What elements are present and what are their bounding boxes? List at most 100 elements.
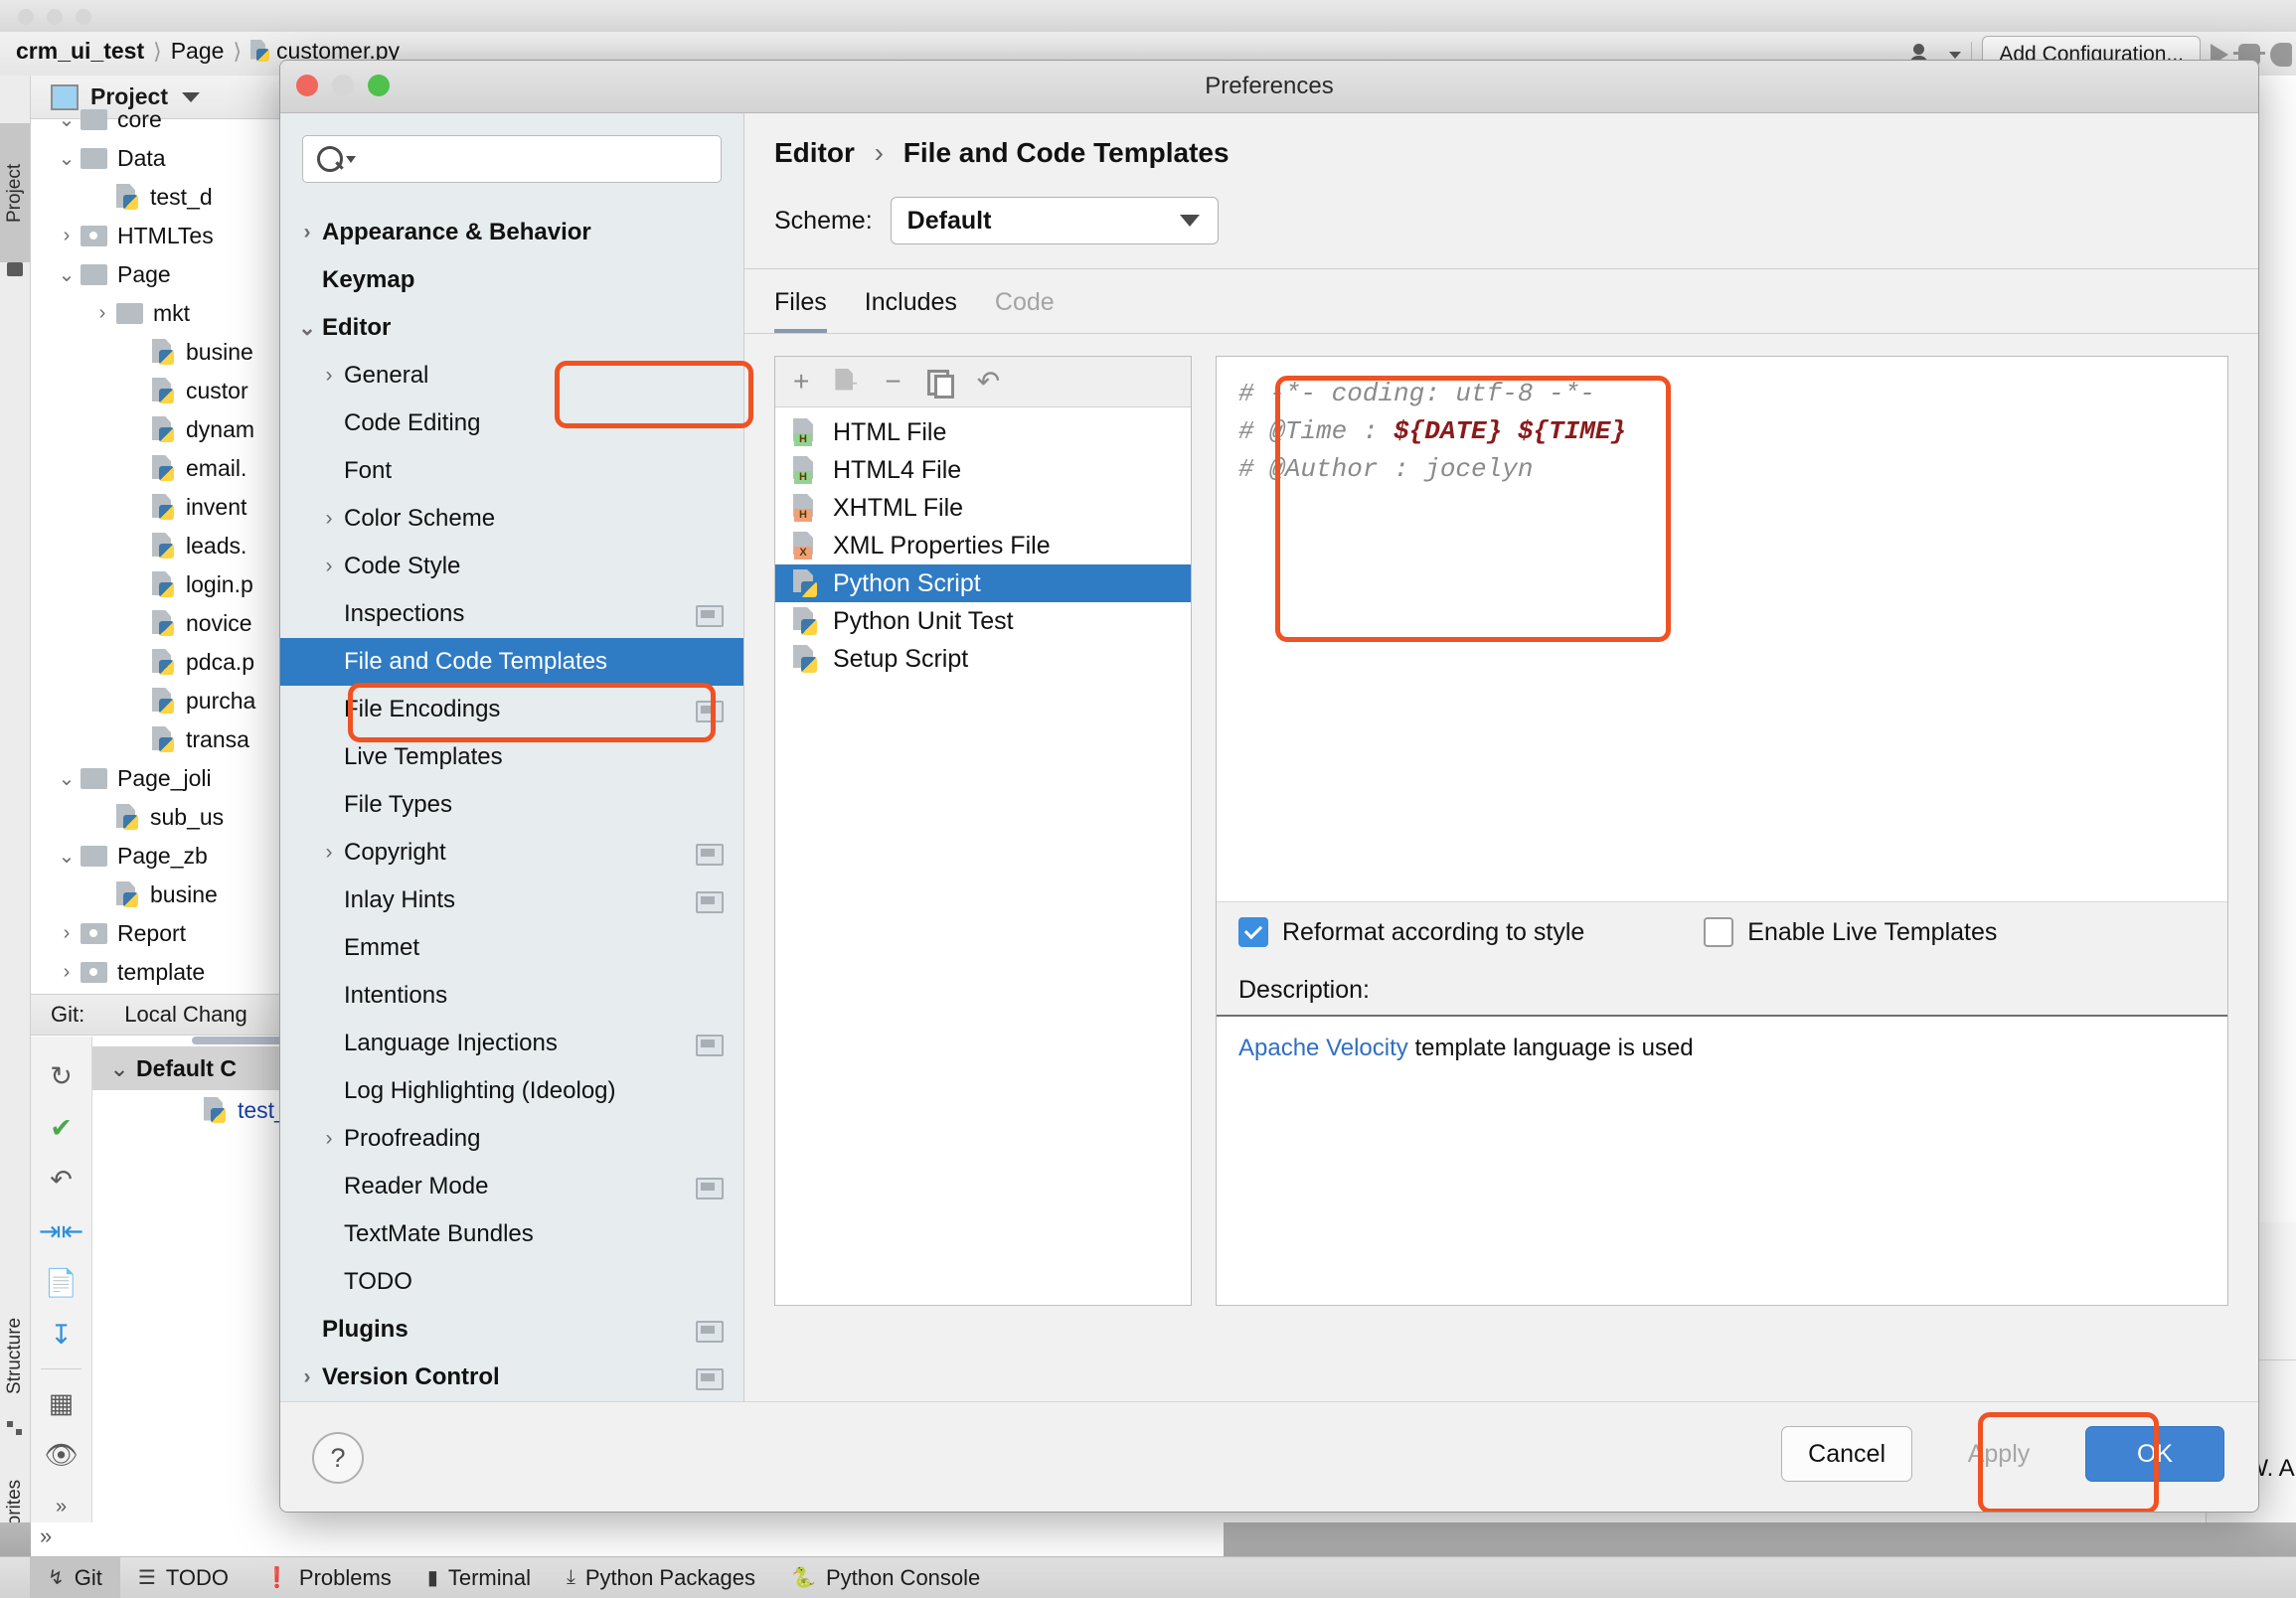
settings-tree-item-proofreading[interactable]: › Proofreading — [280, 1115, 743, 1163]
more-icon[interactable]: » — [40, 1523, 52, 1549]
ide-minimize-button[interactable] — [47, 9, 63, 25]
settings-tree-item-appearance-behavior[interactable]: › Appearance & Behavior — [280, 209, 743, 256]
settings-tree-item-version-control[interactable]: › Version Control — [280, 1354, 743, 1391]
template-code-editor[interactable]: # -*- coding: utf-8 -*- # @Time : ${DATE… — [1217, 357, 2227, 901]
settings-tree-item-inlay-hints[interactable]: Inlay Hints — [280, 877, 743, 924]
sidebar-item-structure[interactable]: Structure — [0, 1290, 30, 1421]
remove-icon[interactable]: − — [885, 368, 901, 396]
help-button[interactable]: ? — [312, 1432, 364, 1484]
chevron-right-icon[interactable]: › — [53, 961, 81, 984]
ok-button[interactable]: OK — [2085, 1426, 2224, 1482]
ide-close-button[interactable] — [18, 9, 34, 25]
template-list-item[interactable]: Python Unit Test — [775, 602, 1191, 640]
bottom-tab-todo[interactable]: ☰ TODO — [120, 1557, 246, 1598]
template-list-item[interactable]: H HTML4 File — [775, 451, 1191, 489]
chevron-down-icon[interactable]: ⌄ — [53, 262, 81, 287]
tab-includes[interactable]: Includes — [865, 288, 957, 334]
chevron-right-icon[interactable]: › — [53, 225, 81, 247]
settings-tree-item-language-injections[interactable]: Language Injections — [280, 1020, 743, 1067]
breadcrumb-current: File and Code Templates — [902, 137, 1230, 168]
preview-icon[interactable]: 👁 — [31, 1429, 91, 1481]
bottom-tab-git[interactable]: ↯ Git — [30, 1556, 120, 1598]
template-list-item[interactable]: X XML Properties File — [775, 527, 1191, 564]
chevron-right-icon[interactable]: › — [88, 302, 116, 325]
bottom-tab-problems[interactable]: ❗ Problems — [246, 1557, 410, 1598]
breadcrumb-folder[interactable]: Page — [171, 38, 225, 65]
settings-tree-item-file-types[interactable]: File Types — [280, 781, 743, 829]
settings-tree-item-code-style[interactable]: › Code Style — [280, 543, 743, 590]
template-list-item[interactable]: H HTML File — [775, 413, 1191, 451]
chevron-down-icon[interactable] — [1949, 51, 1962, 59]
settings-tree-item-color-scheme[interactable]: › Color Scheme — [280, 495, 743, 543]
chevron-down-icon[interactable]: ⌄ — [102, 1055, 136, 1082]
cancel-button[interactable]: Cancel — [1781, 1426, 1912, 1482]
bottom-tab-terminal[interactable]: ▮ Terminal — [410, 1557, 549, 1598]
ide-zoom-button[interactable] — [76, 9, 91, 25]
breadcrumb-project[interactable]: crm_ui_test — [16, 38, 144, 65]
chevron-right-icon[interactable]: › — [292, 1365, 322, 1389]
template-list-item[interactable]: Setup Script — [775, 640, 1191, 678]
tab-files[interactable]: Files — [774, 288, 827, 334]
rollback-icon[interactable]: ↶ — [31, 1154, 91, 1205]
bottom-tab-python-console[interactable]: 🐍 Python Console — [773, 1557, 998, 1598]
commit-check-icon[interactable]: ✔ — [31, 1102, 91, 1154]
settings-tree-item-copyright[interactable]: › Copyright — [280, 829, 743, 877]
chevron-right-icon[interactable]: › — [53, 922, 81, 945]
breadcrumb-parent[interactable]: Editor — [774, 137, 855, 168]
add-icon[interactable]: + — [793, 368, 809, 396]
search-input[interactable] — [302, 135, 722, 183]
settings-tree-item-textmate-bundles[interactable]: TextMate Bundles — [280, 1210, 743, 1258]
apache-velocity-link[interactable]: Apache Velocity — [1238, 1035, 1408, 1061]
settings-tree-item-live-templates[interactable]: Live Templates — [280, 733, 743, 781]
settings-tree-item-emmet[interactable]: Emmet — [280, 924, 743, 972]
bottom-tab-python-packages[interactable]: ⤓ Python Packages — [549, 1557, 773, 1598]
chevron-down-icon[interactable]: ⌄ — [53, 107, 81, 132]
shelve-icon[interactable]: 📄 — [31, 1257, 91, 1309]
apply-button[interactable]: Apply — [1934, 1426, 2063, 1482]
chevron-right-icon[interactable]: › — [314, 841, 344, 865]
settings-tree-item-code-editing[interactable]: Code Editing — [280, 400, 743, 447]
chevron-down-icon[interactable]: ⌄ — [292, 316, 322, 341]
refresh-icon[interactable]: ↻ — [31, 1050, 91, 1102]
tab-code[interactable]: Code — [995, 288, 1055, 334]
chevron-right-icon[interactable]: › — [314, 507, 344, 531]
coverage-icon[interactable] — [2270, 43, 2292, 67]
tab-local-changes[interactable]: Local Chang — [124, 1002, 247, 1028]
settings-tree-item-general[interactable]: › General — [280, 352, 743, 400]
settings-tree[interactable]: › Appearance & Behavior Keymap ⌄ Editor › Gene… — [280, 209, 743, 1391]
enable-live-templates-checkbox[interactable]: Enable Live Templates — [1704, 917, 1997, 947]
sidebar-item-project[interactable]: Project — [0, 123, 30, 262]
templates-list[interactable]: H HTML File H HTML4 File H XHTML File X XML Pro… — [775, 407, 1191, 1305]
chevron-right-icon[interactable]: › — [314, 1127, 344, 1151]
chevron-down-icon[interactable]: ⌄ — [53, 766, 81, 791]
ide-window-controls[interactable] — [18, 9, 91, 25]
diff-icon[interactable]: ⇥⇤ — [31, 1205, 91, 1257]
chevron-down-icon[interactable]: ⌄ — [53, 844, 81, 869]
settings-tree-item-editor[interactable]: ⌄ Editor — [280, 304, 743, 352]
settings-tree-item-plugins[interactable]: Plugins — [280, 1306, 743, 1354]
group-by-icon[interactable]: ▦ — [31, 1377, 91, 1429]
chevron-right-icon[interactable]: › — [314, 555, 344, 578]
template-list-item[interactable]: Python Script — [775, 564, 1191, 602]
settings-tree-item-log-highlighting-ideolog[interactable]: Log Highlighting (Ideolog) — [280, 1067, 743, 1115]
settings-tree-item-inspections[interactable]: Inspections — [280, 590, 743, 638]
settings-tree-item-keymap[interactable]: Keymap — [280, 256, 743, 304]
update-icon[interactable]: ↧ — [31, 1309, 91, 1360]
chevron-right-icon[interactable]: › — [314, 364, 344, 388]
chevron-down-icon[interactable] — [346, 155, 356, 163]
chevron-down-icon[interactable]: ⌄ — [53, 146, 81, 171]
settings-tree-item-font[interactable]: Font — [280, 447, 743, 495]
chevron-right-icon[interactable]: › — [292, 221, 322, 244]
reset-icon[interactable]: ↶ — [977, 368, 1000, 396]
page-title: Editor › File and Code Templates — [774, 137, 1230, 169]
template-list-item[interactable]: H XHTML File — [775, 489, 1191, 527]
reformat-checkbox[interactable]: Reformat according to style — [1238, 917, 1584, 947]
new-from-file-icon[interactable] — [835, 369, 859, 396]
settings-tree-item-file-encodings[interactable]: File Encodings — [280, 686, 743, 733]
settings-tree-item-intentions[interactable]: Intentions — [280, 972, 743, 1020]
settings-tree-item-file-and-code-templates[interactable]: File and Code Templates — [280, 638, 743, 686]
scheme-select[interactable]: Default — [890, 197, 1219, 244]
settings-tree-item-reader-mode[interactable]: Reader Mode — [280, 1163, 743, 1210]
settings-tree-item-todo[interactable]: TODO — [280, 1258, 743, 1306]
copy-icon[interactable] — [926, 369, 954, 399]
